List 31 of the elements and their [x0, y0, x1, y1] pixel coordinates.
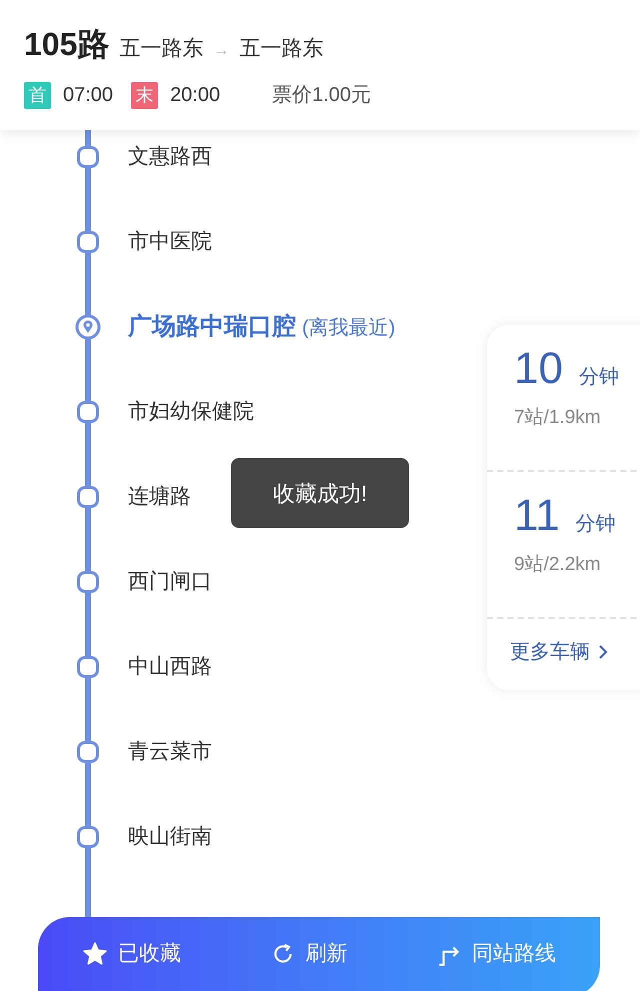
terminal-stop: 五一路东	[239, 36, 324, 62]
star-icon	[82, 941, 108, 967]
first-bus-time: 07:00	[63, 83, 114, 108]
stop-name[interactable]: 广场路中瑞口腔	[128, 308, 296, 344]
more-vehicles-link[interactable]: 更多车辆	[510, 637, 608, 667]
chevron-right-icon	[598, 644, 608, 660]
last-bus-time: 20:00	[170, 83, 220, 108]
stop-name[interactable]: 文惠路西	[128, 140, 212, 172]
stops-distance: 9站/2.2km	[514, 553, 602, 577]
bar-refresh-button[interactable]: 刷新	[270, 938, 348, 970]
bar-star-button[interactable]: 已收藏	[82, 938, 181, 970]
stop-name[interactable]: 映山街南	[128, 820, 212, 852]
stop-name[interactable]: 西门闸口	[128, 566, 212, 598]
arrival-minutes: 10	[514, 347, 563, 391]
fare: 票价1.00元	[272, 83, 372, 108]
stops-distance: 7站/1.9km	[514, 406, 602, 430]
toast-message: 收藏成功!	[272, 480, 368, 508]
first-bus-badge: 首	[24, 82, 51, 108]
stop-name[interactable]: 市妇幼保健院	[128, 396, 254, 428]
minutes-unit: 分钟	[578, 365, 619, 390]
stop-name[interactable]: 中山西路	[128, 650, 212, 682]
stop-name[interactable]: 市中医院	[128, 226, 212, 258]
origin-stop: 五一路东	[119, 36, 204, 62]
direction-arrow: →	[213, 41, 230, 61]
last-bus-badge: 末	[131, 82, 158, 108]
line-number: 105路	[24, 25, 110, 64]
arrival-minutes: 11	[514, 494, 560, 538]
minutes-unit: 分钟	[576, 512, 616, 537]
nearest-note: (离我最近)	[302, 316, 396, 340]
stop-name[interactable]: 连塘路	[128, 480, 191, 512]
stop-name[interactable]: 青云菜市	[128, 736, 212, 768]
